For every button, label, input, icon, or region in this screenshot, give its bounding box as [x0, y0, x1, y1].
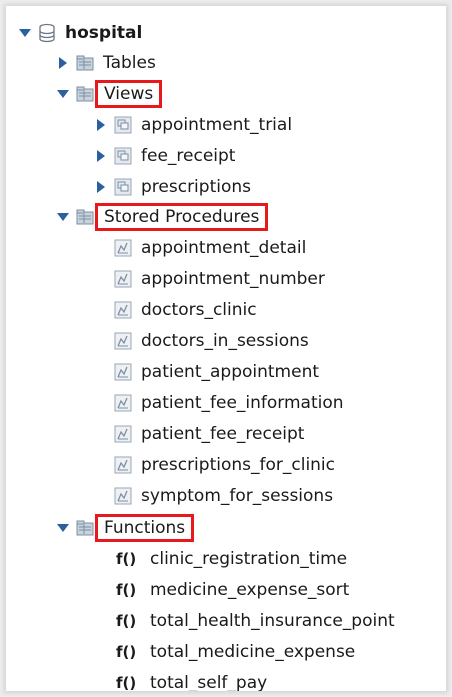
functions-label: Functions [95, 513, 195, 542]
function-icon: f() [116, 611, 137, 630]
procedure-item[interactable]: appointment_detail [113, 232, 306, 263]
view-item-label: appointment_trial [141, 114, 293, 135]
procedure-item-label: prescriptions_for_clinic [141, 454, 336, 475]
procedure-item-label: appointment_detail [141, 237, 307, 258]
collapse-arrow-icon[interactable] [56, 521, 70, 535]
function-item[interactable]: f() total_health_insurance_point [116, 605, 395, 636]
procedure-item[interactable]: symptom_for_sessions [113, 480, 333, 511]
tree-node-database[interactable]: hospital [18, 17, 142, 48]
views-label: Views [95, 79, 163, 108]
expand-arrow-icon[interactable] [56, 56, 70, 70]
view-item-label: prescriptions [141, 176, 251, 197]
tree-node-views[interactable]: Views [56, 78, 163, 109]
function-item[interactable]: f() medicine_expense_sort [116, 574, 349, 605]
function-item-label: clinic_registration_time [150, 548, 348, 569]
procedure-icon [113, 455, 133, 475]
function-item[interactable]: f() clinic_registration_time [116, 543, 347, 574]
procedure-item[interactable]: patient_fee_information [113, 387, 344, 418]
collapse-arrow-icon[interactable] [56, 210, 70, 224]
folder-icon [75, 207, 95, 227]
function-item[interactable]: f() total_medicine_expense [116, 636, 355, 667]
tree-node-tables[interactable]: Tables [56, 47, 156, 78]
function-item[interactable]: f() total_self_pay [116, 667, 268, 692]
procedure-item-label: symptom_for_sessions [141, 485, 334, 506]
procedure-item[interactable]: doctors_clinic [113, 294, 257, 325]
tree-node-functions[interactable]: Functions [56, 512, 195, 543]
tables-label: Tables [103, 52, 156, 73]
folder-icon [75, 53, 95, 73]
schema-tree-panel: hospital Tables Views appointment_trial … [6, 6, 446, 691]
procedure-icon [113, 424, 133, 444]
expand-arrow-icon[interactable] [94, 149, 108, 163]
procedure-icon [113, 362, 133, 382]
procedure-item[interactable]: patient_appointment [113, 356, 319, 387]
procedure-item[interactable]: prescriptions_for_clinic [113, 449, 335, 480]
procedure-item-label: doctors_in_sessions [141, 330, 309, 351]
stored-procedures-label: Stored Procedures [95, 202, 269, 231]
procedure-item[interactable]: patient_fee_receipt [113, 418, 304, 449]
procedure-icon [113, 486, 133, 506]
function-icon: f() [116, 642, 137, 661]
folder-icon [75, 518, 95, 538]
procedure-item-label: doctors_clinic [141, 299, 257, 320]
procedure-item-label: appointment_number [141, 268, 325, 289]
procedure-icon [113, 393, 133, 413]
view-item[interactable]: prescriptions [94, 171, 251, 202]
procedure-item-label: patient_fee_receipt [141, 423, 305, 444]
view-item[interactable]: fee_receipt [94, 140, 235, 171]
collapse-arrow-icon[interactable] [18, 26, 32, 40]
database-icon [37, 23, 57, 43]
procedure-item-label: patient_appointment [141, 361, 320, 382]
function-item-label: total_self_pay [150, 672, 268, 692]
view-icon [113, 146, 133, 166]
expand-arrow-icon[interactable] [94, 180, 108, 194]
view-item-label: fee_receipt [141, 145, 236, 166]
procedure-item-label: patient_fee_information [141, 392, 344, 413]
procedure-item[interactable]: doctors_in_sessions [113, 325, 309, 356]
procedure-icon [113, 238, 133, 258]
function-item-label: medicine_expense_sort [150, 579, 350, 600]
procedure-icon [113, 269, 133, 289]
view-icon [113, 115, 133, 135]
function-icon: f() [116, 549, 137, 568]
procedure-item[interactable]: appointment_number [113, 263, 325, 294]
folder-icon [75, 84, 95, 104]
function-icon: f() [116, 580, 137, 599]
view-icon [113, 177, 133, 197]
function-item-label: total_medicine_expense [150, 641, 356, 662]
view-item[interactable]: appointment_trial [94, 109, 292, 140]
procedure-icon [113, 300, 133, 320]
expand-arrow-icon[interactable] [94, 118, 108, 132]
database-label: hospital [65, 22, 143, 43]
function-icon: f() [116, 673, 137, 692]
tree-node-stored-procedures[interactable]: Stored Procedures [56, 201, 269, 232]
function-item-label: total_health_insurance_point [150, 610, 395, 631]
procedure-icon [113, 331, 133, 351]
collapse-arrow-icon[interactable] [56, 87, 70, 101]
